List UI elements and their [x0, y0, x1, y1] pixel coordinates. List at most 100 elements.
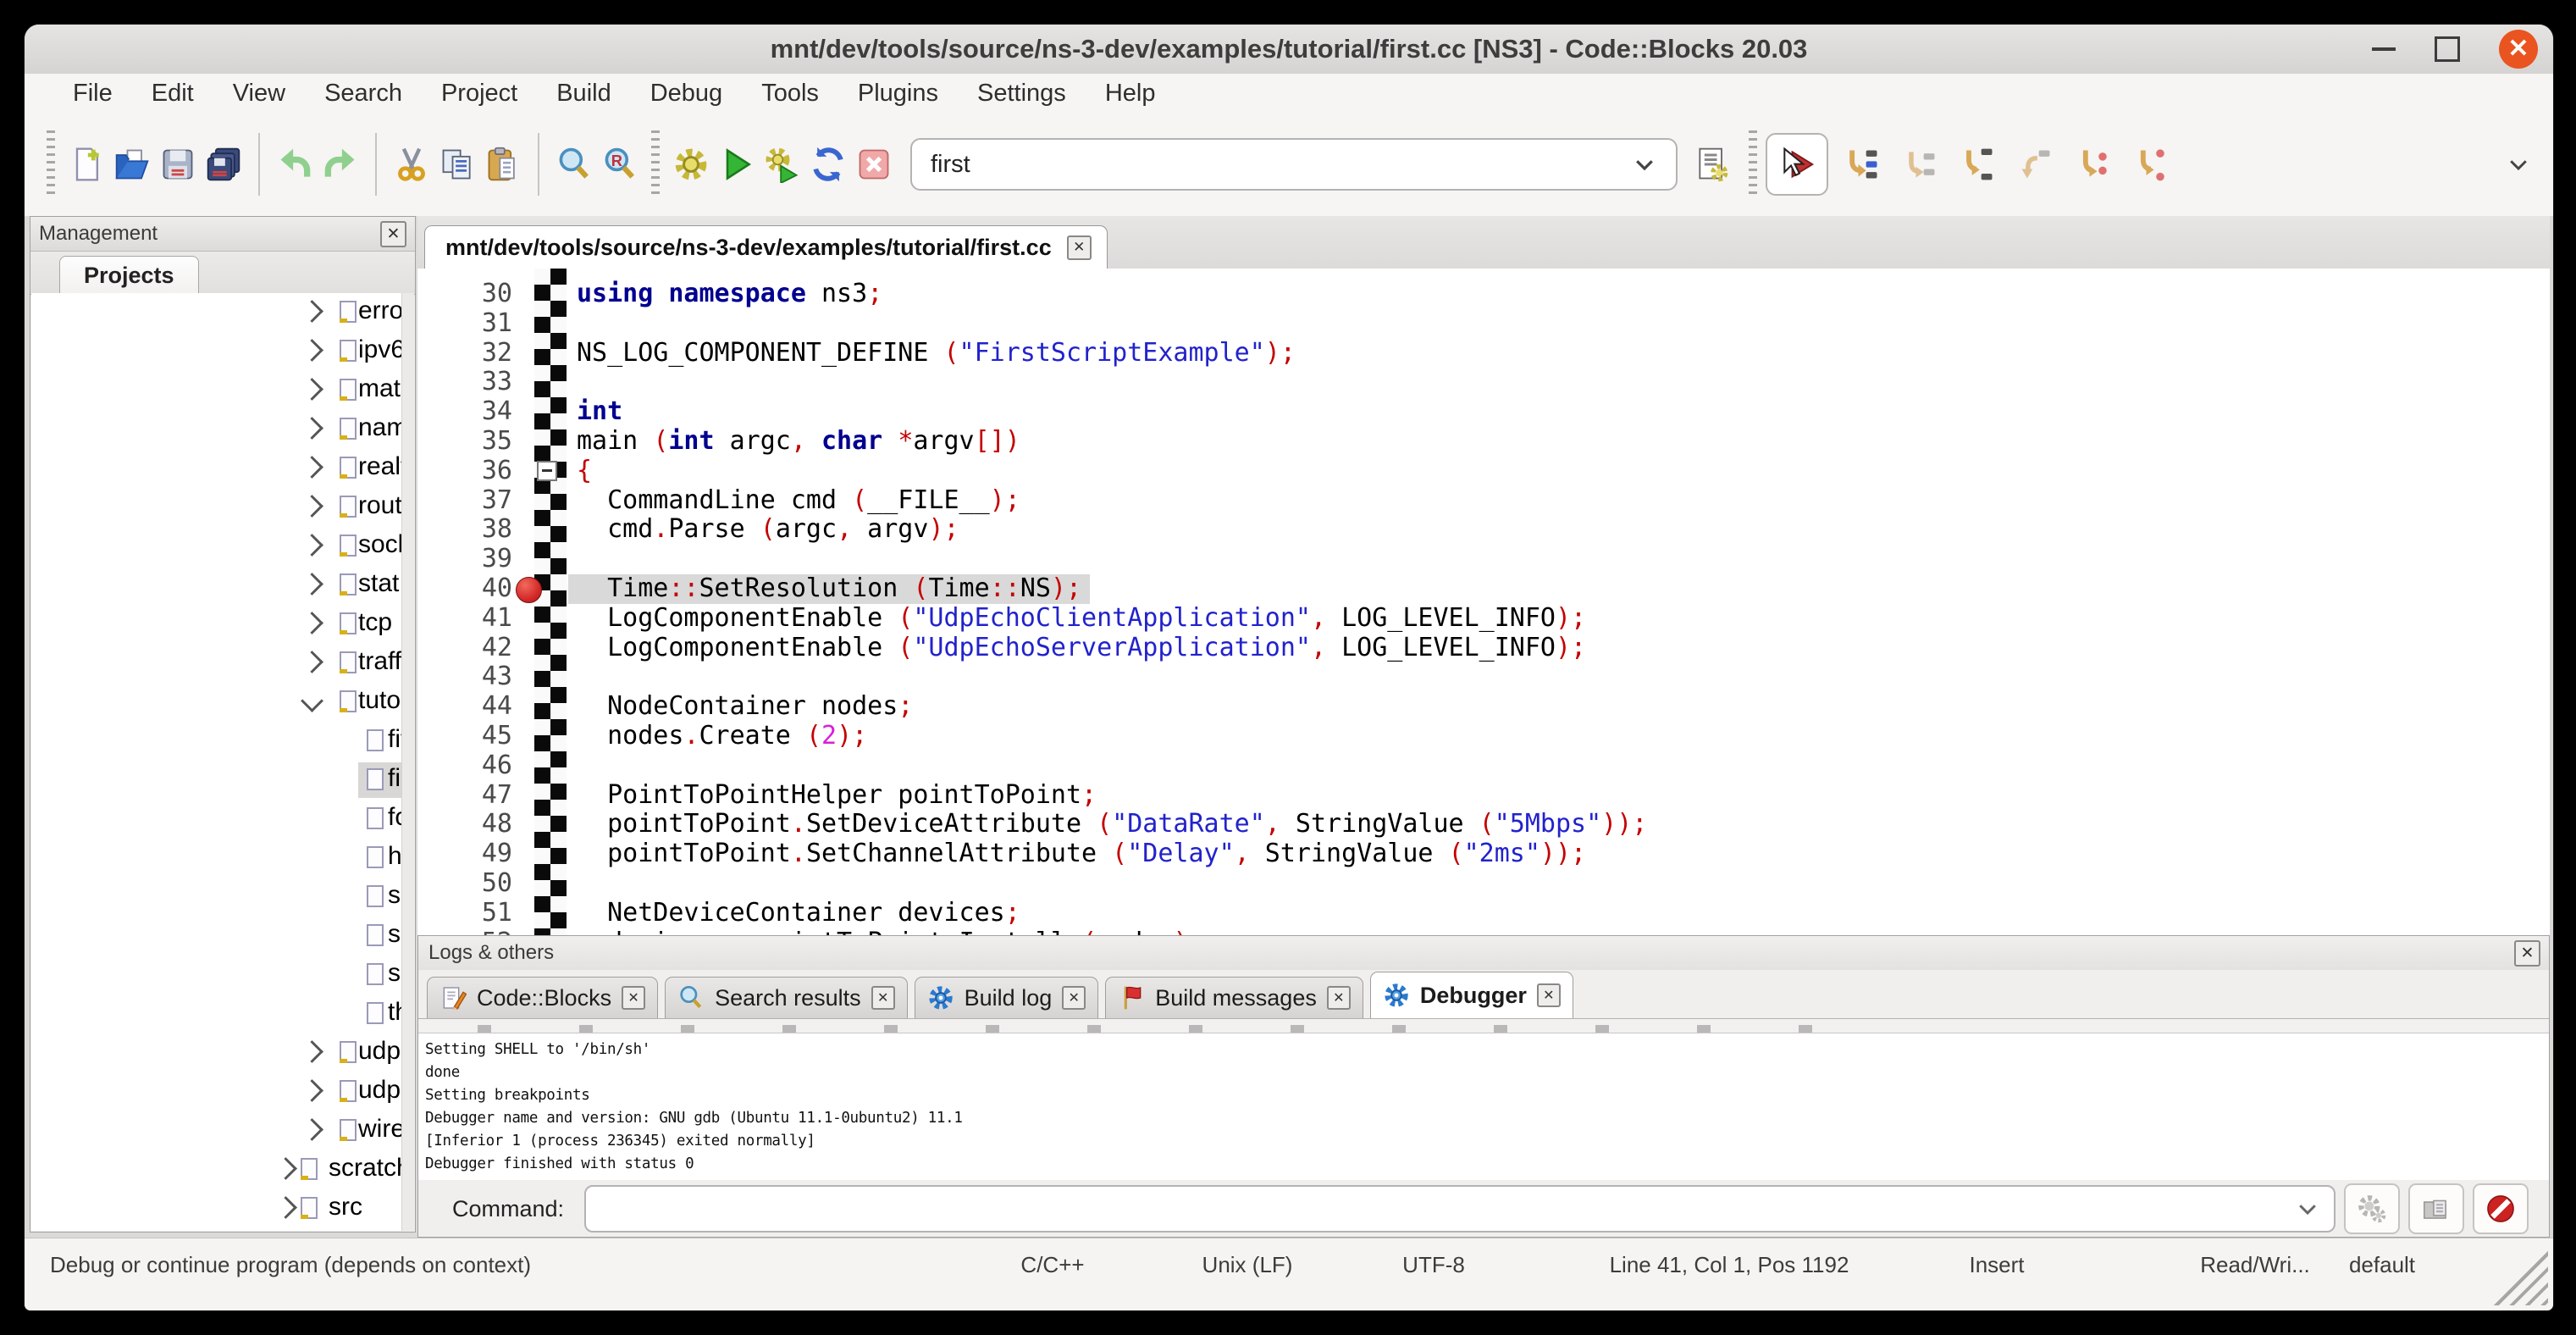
- code-editor[interactable]: 30using namespace ns3;3132NS_LOG_COMPONE…: [417, 269, 2550, 935]
- tree-item-fo[interactable]: fo: [31, 800, 414, 839]
- line-number[interactable]: 41: [417, 604, 512, 634]
- menu-view[interactable]: View: [213, 74, 305, 113]
- expand-chevron-icon[interactable]: [301, 651, 323, 673]
- expand-chevron-icon[interactable]: [301, 573, 323, 595]
- toolbar-overflow-chevron-icon[interactable]: [2506, 152, 2531, 177]
- debugger-output[interactable]: Setting SHELL to '/bin/sh'doneSetting br…: [418, 1033, 2549, 1180]
- management-close-button[interactable]: ✕: [380, 221, 406, 247]
- tree-item-erro[interactable]: erro: [31, 293, 414, 332]
- editor-tab-first-cc[interactable]: mnt/dev/tools/source/ns-3-dev/examples/t…: [424, 225, 1108, 269]
- expand-chevron-icon[interactable]: [301, 456, 323, 479]
- find-button[interactable]: [551, 141, 597, 187]
- line-number[interactable]: 52: [417, 928, 512, 935]
- maximize-button[interactable]: [2435, 36, 2460, 62]
- menu-build[interactable]: Build: [537, 74, 631, 113]
- expand-chevron-icon[interactable]: [274, 1157, 297, 1180]
- tree-item-tuto[interactable]: tuto: [31, 683, 414, 722]
- expand-chevron-icon[interactable]: [301, 300, 323, 323]
- step-into-instruction-button[interactable]: [2128, 141, 2174, 187]
- collapse-chevron-icon[interactable]: [301, 690, 323, 712]
- tree-item-rout[interactable]: rout: [31, 488, 414, 527]
- build-and-run-button[interactable]: [760, 141, 805, 187]
- line-number[interactable]: 40: [417, 574, 512, 604]
- line-number[interactable]: 43: [417, 662, 512, 692]
- minimize-button[interactable]: [2372, 47, 2396, 51]
- tree-item-he[interactable]: he: [31, 839, 414, 878]
- code-line-43[interactable]: 43: [417, 662, 2550, 692]
- titlebar[interactable]: mnt/dev/tools/source/ns-3-dev/examples/t…: [25, 25, 2553, 75]
- line-number[interactable]: 44: [417, 692, 512, 722]
- save-button[interactable]: [155, 141, 201, 187]
- tree-item-scratch[interactable]: scratch: [31, 1150, 414, 1189]
- tab-projects[interactable]: Projects: [59, 256, 199, 294]
- tree-item-ipv6[interactable]: ipv6: [31, 332, 414, 371]
- rebuild-button[interactable]: [805, 141, 851, 187]
- log-tab-close-button[interactable]: ✕: [622, 986, 645, 1010]
- code-line-30[interactable]: 30using namespace ns3;: [417, 280, 2550, 309]
- tree-item-realt[interactable]: realt: [31, 449, 414, 488]
- chevron-down-icon[interactable]: [2295, 1196, 2320, 1221]
- tree-item-fir[interactable]: fir: [31, 761, 414, 800]
- copy-button[interactable]: [434, 141, 480, 187]
- line-number[interactable]: 48: [417, 810, 512, 839]
- step-into-button[interactable]: [1955, 141, 2001, 187]
- tree-scrollbar[interactable]: [401, 293, 414, 1231]
- stop-debugger-button[interactable]: [2473, 1183, 2529, 1234]
- editor-tab-close-button[interactable]: ✕: [1067, 235, 1092, 260]
- tree-item-stat[interactable]: stat: [31, 566, 414, 605]
- replace-button[interactable]: R: [597, 141, 643, 187]
- code-line-36[interactable]: 36{: [417, 457, 2550, 486]
- expand-chevron-icon[interactable]: [301, 417, 323, 440]
- log-tab-close-button[interactable]: ✕: [1537, 983, 1561, 1007]
- code-line-33[interactable]: 33: [417, 368, 2550, 397]
- expand-chevron-icon[interactable]: [301, 378, 323, 401]
- line-number[interactable]: 50: [417, 869, 512, 899]
- expand-chevron-icon[interactable]: [301, 612, 323, 634]
- code-line-42[interactable]: 42 LogComponentEnable ("UdpEchoServerApp…: [417, 634, 2550, 663]
- tree-item-mat[interactable]: mat: [31, 371, 414, 410]
- menu-debug[interactable]: Debug: [631, 74, 742, 113]
- fold-collapse-marker[interactable]: [537, 461, 557, 481]
- command-input[interactable]: [584, 1185, 2336, 1233]
- line-number[interactable]: 35: [417, 427, 512, 457]
- toolbar-grip[interactable]: [651, 130, 660, 198]
- line-number[interactable]: 32: [417, 339, 512, 368]
- project-tree[interactable]: erroipv6matnamrealtroutsockstattcptrafft…: [31, 293, 414, 1231]
- run-button[interactable]: [714, 141, 760, 187]
- code-line-35[interactable]: 35main (int argc, char *argv[]): [417, 427, 2550, 457]
- run-to-cursor-button[interactable]: [1840, 141, 1886, 187]
- code-line-47[interactable]: 47 PointToPointHelper pointToPoint;: [417, 781, 2550, 811]
- tree-item-udp-[interactable]: udp-: [31, 1072, 414, 1111]
- logs-close-button[interactable]: ✕: [2514, 940, 2540, 967]
- code-line-37[interactable]: 37 CommandLine cmd (__FILE__);: [417, 486, 2550, 516]
- chevron-down-icon[interactable]: [1632, 152, 1657, 177]
- line-number[interactable]: 42: [417, 634, 512, 663]
- code-line-40[interactable]: 40 Time::SetResolution (Time::NS);: [417, 574, 2550, 604]
- expand-chevron-icon[interactable]: [301, 339, 323, 362]
- line-number[interactable]: 36: [417, 457, 512, 486]
- debug-info-button[interactable]: [2408, 1183, 2464, 1234]
- code-line-41[interactable]: 41 LogComponentEnable ("UdpEchoClientApp…: [417, 604, 2550, 634]
- code-line-51[interactable]: 51 NetDeviceContainer devices;: [417, 899, 2550, 928]
- expand-chevron-icon[interactable]: [301, 1040, 323, 1063]
- code-line-46[interactable]: 46: [417, 751, 2550, 781]
- menu-settings[interactable]: Settings: [958, 74, 1086, 113]
- menu-tools[interactable]: Tools: [742, 74, 838, 113]
- expand-chevron-icon[interactable]: [301, 534, 323, 557]
- code-line-52[interactable]: 52 devices = pointToPoint.Install (nodes…: [417, 928, 2550, 935]
- menu-project[interactable]: Project: [422, 74, 537, 113]
- close-button[interactable]: ✕: [2499, 30, 2538, 69]
- line-number[interactable]: 39: [417, 545, 512, 574]
- log-tab-debugger[interactable]: Debugger✕: [1370, 972, 1573, 1018]
- tree-item-wire[interactable]: wire: [31, 1111, 414, 1150]
- paste-button[interactable]: [480, 141, 526, 187]
- search-combobox[interactable]: first: [910, 138, 1678, 191]
- menu-search[interactable]: Search: [305, 74, 422, 113]
- code-line-50[interactable]: 50: [417, 869, 2550, 899]
- line-number[interactable]: 47: [417, 781, 512, 811]
- line-number[interactable]: 30: [417, 280, 512, 309]
- expand-chevron-icon[interactable]: [301, 1118, 323, 1141]
- code-line-49[interactable]: 49 pointToPoint.SetChannelAttribute ("De…: [417, 839, 2550, 869]
- tree-item-sock[interactable]: sock: [31, 527, 414, 566]
- code-line-39[interactable]: 39: [417, 545, 2550, 574]
